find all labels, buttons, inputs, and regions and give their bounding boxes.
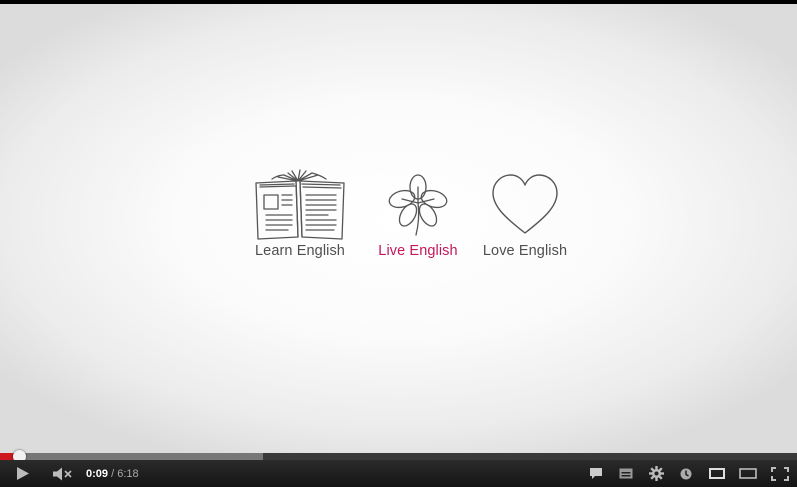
settings-button[interactable] [641, 460, 671, 487]
time-display: 0:09 / 6:18 [86, 468, 139, 480]
watch-later-icon [680, 468, 692, 479]
love-english-item: Love English [477, 169, 573, 259]
large-player-button[interactable] [733, 460, 763, 487]
flower-icon [388, 174, 448, 236]
annotations-button[interactable] [581, 460, 611, 487]
small-player-button[interactable] [701, 460, 733, 487]
fullscreen-icon [771, 466, 789, 481]
video-frame[interactable]: Learn English Live English Love English [0, 4, 797, 453]
duration-time: 6:18 [117, 467, 139, 480]
captions-icon [619, 468, 633, 479]
slogan-logo: Learn English Live English Love English [245, 169, 575, 269]
play-icon [17, 467, 29, 480]
captions-button[interactable] [611, 460, 641, 487]
small-player-icon [709, 468, 725, 479]
video-player: Learn English Live English Love English … [0, 0, 797, 487]
heart-icon [492, 174, 558, 234]
love-english-caption: Love English [482, 243, 568, 259]
progress-bar[interactable] [0, 450, 797, 463]
control-bar: 0:09 / 6:18 [0, 460, 797, 487]
open-book-icon [255, 169, 345, 240]
annotations-icon [590, 468, 602, 479]
volume-muted-icon [53, 467, 72, 480]
play-button[interactable] [0, 460, 46, 487]
live-english-caption: Live English [378, 243, 458, 259]
mute-button[interactable] [46, 460, 80, 487]
current-time: 0:09 [86, 467, 109, 480]
learn-english-caption: Learn English [255, 243, 345, 259]
watch-later-button[interactable] [671, 460, 701, 487]
progress-loaded [0, 453, 263, 460]
time-separator: / [108, 467, 118, 480]
large-player-icon [739, 468, 757, 479]
fullscreen-button[interactable] [763, 460, 797, 487]
live-english-item: Live English [373, 169, 463, 259]
gear-icon [648, 466, 664, 481]
learn-english-item: Learn English [245, 169, 355, 259]
